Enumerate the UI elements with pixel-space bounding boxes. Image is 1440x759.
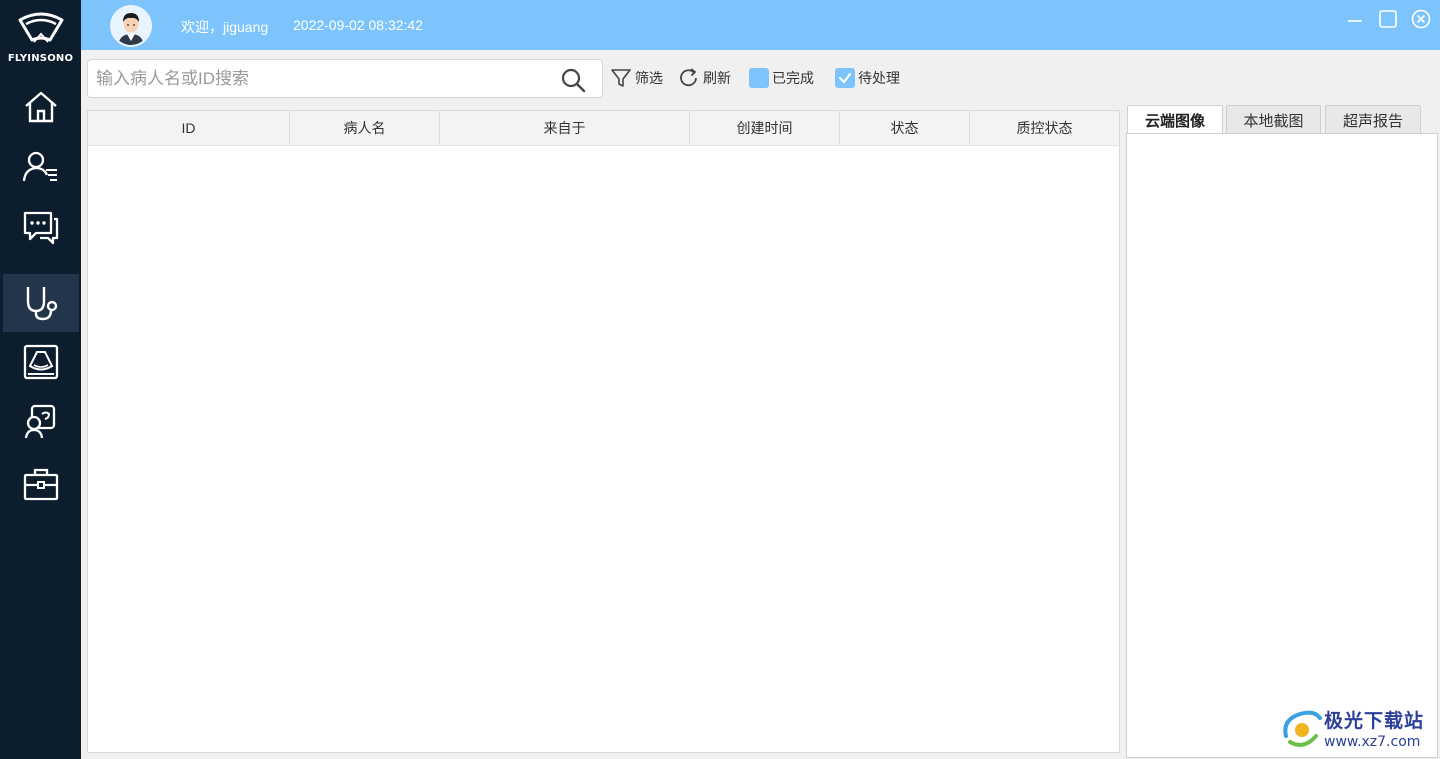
watermark-logo-icon xyxy=(1283,710,1322,747)
completed-label: 已完成 xyxy=(772,70,814,86)
column-header-patient-name[interactable]: 病人名 xyxy=(290,111,440,146)
minimize-icon xyxy=(1348,20,1362,22)
search-button[interactable] xyxy=(560,67,586,93)
watermark-url: www.xz7.com xyxy=(1324,734,1421,750)
pending-label: 待处理 xyxy=(858,70,900,86)
brand-name: FLYINSONO xyxy=(7,53,74,64)
watermark-title: 极光下载站 xyxy=(1324,711,1425,732)
search-icon xyxy=(561,68,586,93)
pending-checkbox-box[interactable] xyxy=(835,68,855,88)
sidebar-item-ultrasound[interactable] xyxy=(3,333,79,391)
search-box xyxy=(87,59,603,98)
patient-table: ID 病人名 来自于 创建时间 状态 质控状态 xyxy=(87,110,1120,753)
logo-icon xyxy=(18,12,64,43)
column-header-id[interactable]: ID xyxy=(88,111,290,146)
sidebar-item-tools[interactable] xyxy=(3,455,79,513)
column-header-qc-status[interactable]: 质控状态 xyxy=(970,111,1119,146)
column-header-source[interactable]: 来自于 xyxy=(440,111,690,146)
patient-list-icon xyxy=(22,151,57,182)
sidebar-item-diagnosis[interactable] xyxy=(3,274,79,332)
tab-local-screenshots[interactable]: 本地截图 xyxy=(1226,105,1321,134)
sidebar-item-messages[interactable] xyxy=(3,198,79,256)
home-icon xyxy=(25,91,57,123)
app-window: FLYINSONO 欢迎，jiguang 2022-09-02 08:32:42… xyxy=(0,0,1440,759)
tab-ultrasound-report[interactable]: 超声报告 xyxy=(1325,105,1421,134)
sidebar-item-patients[interactable] xyxy=(3,138,79,196)
toolbox-icon xyxy=(23,468,59,501)
filter-button[interactable]: 筛选 xyxy=(610,66,663,90)
minimize-button[interactable] xyxy=(1344,8,1366,30)
user-avatar-icon xyxy=(112,7,150,45)
column-header-created-time[interactable]: 创建时间 xyxy=(690,111,840,146)
watermark: 极光下载站 www.xz7.com xyxy=(1280,704,1440,756)
welcome-text: 欢迎，jiguang xyxy=(181,19,269,35)
close-button[interactable] xyxy=(1410,8,1432,30)
maximize-button[interactable] xyxy=(1377,8,1399,30)
stethoscope-icon xyxy=(26,287,58,321)
close-icon xyxy=(1411,9,1431,29)
avatar[interactable] xyxy=(110,5,152,47)
consultation-icon xyxy=(24,404,56,439)
table-header: ID 病人名 来自于 创建时间 状态 质控状态 xyxy=(88,111,1119,146)
filter-label: 筛选 xyxy=(635,70,663,86)
right-panel-content xyxy=(1126,133,1438,758)
sidebar-item-consultation[interactable] xyxy=(3,393,79,451)
tab-cloud-images[interactable]: 云端图像 xyxy=(1127,105,1223,135)
current-datetime: 2022-09-02 08:32:42 xyxy=(293,17,423,33)
refresh-button[interactable]: 刷新 xyxy=(678,66,731,90)
pending-checkbox[interactable]: 待处理 xyxy=(835,66,900,90)
sidebar: FLYINSONO xyxy=(0,0,81,759)
ultrasound-icon xyxy=(23,344,59,380)
column-header-status[interactable]: 状态 xyxy=(840,111,970,146)
checkmark-icon xyxy=(838,72,852,84)
chat-icon xyxy=(23,211,59,245)
completed-checkbox-box[interactable] xyxy=(749,68,769,88)
maximize-icon xyxy=(1379,10,1397,28)
brand-logo: FLYINSONO xyxy=(0,10,81,68)
search-input[interactable] xyxy=(96,67,546,91)
sidebar-item-home[interactable] xyxy=(3,78,79,136)
refresh-icon xyxy=(680,68,697,87)
completed-checkbox[interactable]: 已完成 xyxy=(749,66,814,90)
refresh-label: 刷新 xyxy=(703,70,731,86)
header-bar: 欢迎，jiguang 2022-09-02 08:32:42 xyxy=(81,0,1440,50)
filter-icon xyxy=(611,69,631,87)
